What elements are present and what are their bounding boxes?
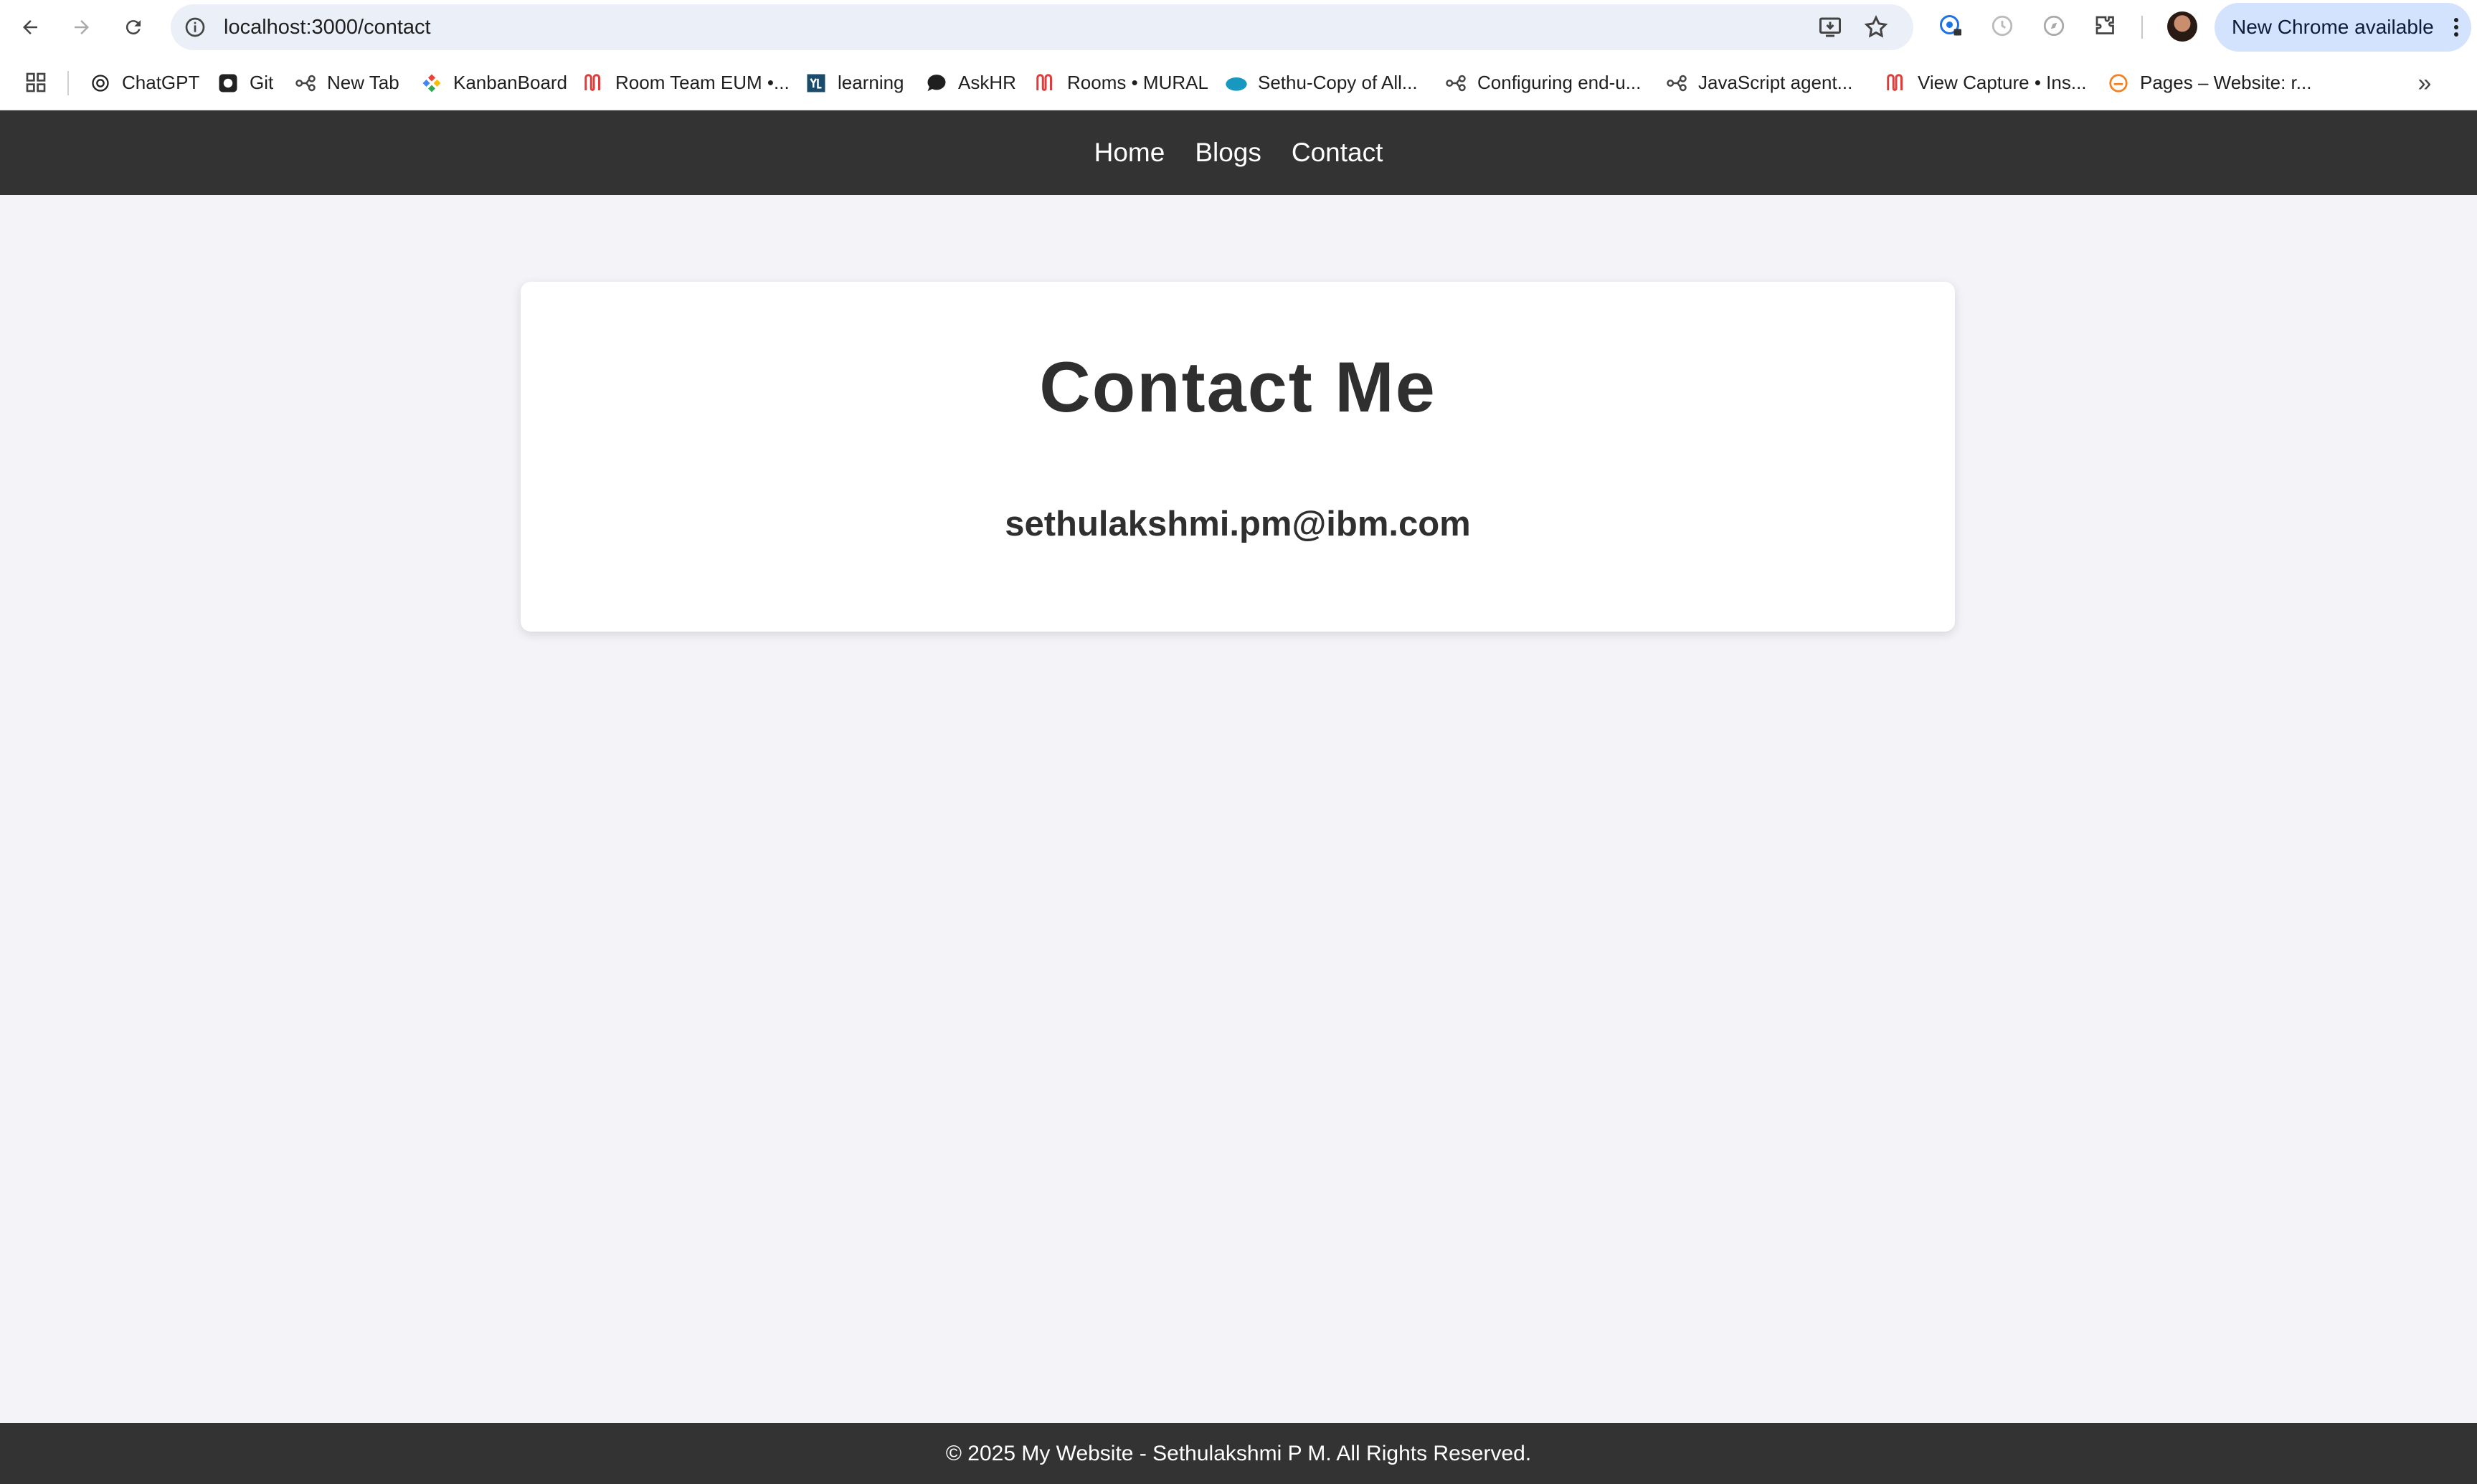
reload-button[interactable] xyxy=(116,10,151,44)
contact-email: sethulakshmi.pm@ibm.com xyxy=(1005,505,1471,543)
back-button[interactable] xyxy=(13,10,47,44)
kanban-icon xyxy=(420,72,443,95)
chatgpt-icon xyxy=(89,72,112,95)
chrome-update-button[interactable]: New Chrome available xyxy=(2215,3,2471,52)
update-label: New Chrome available xyxy=(2232,16,2434,38)
bookmark-label: Room Team EUM •... xyxy=(615,72,790,93)
site-header: Home Blogs Contact xyxy=(0,110,2477,195)
salesforce-icon xyxy=(1225,72,1248,95)
bookmark-new-tab[interactable]: New Tab xyxy=(294,55,399,110)
bookmark-askhr[interactable]: AskHR xyxy=(925,55,1016,110)
contact-card: Contact Me sethulakshmi.pm@ibm.com xyxy=(521,282,1955,632)
bookmark-label: Configuring end-u... xyxy=(1477,72,1642,93)
install-app-icon[interactable] xyxy=(1817,14,1843,40)
apps-grid-icon[interactable] xyxy=(24,71,47,94)
page-title: Contact Me xyxy=(1039,347,1436,427)
site-nav: Home Blogs Contact xyxy=(1094,138,1383,168)
bookmark-label: KanbanBoard xyxy=(453,72,568,93)
forward-arrow-icon xyxy=(75,20,89,34)
bookmark-label: AskHR xyxy=(958,72,1016,93)
network-icon xyxy=(1444,72,1467,95)
extension-timer-icon[interactable] xyxy=(1988,11,2017,40)
more-menu-icon[interactable] xyxy=(2454,17,2458,37)
mural-icon xyxy=(1034,72,1057,95)
url-text[interactable]: localhost:3000/contact xyxy=(224,4,431,50)
nav-link-blogs[interactable]: Blogs xyxy=(1195,138,1261,168)
bookmark-label: Pages – Website: r... xyxy=(2140,72,2312,93)
bookmark-label: Sethu-Copy of All... xyxy=(1258,72,1418,93)
bookmark-pages-website[interactable]: Pages – Website: r... xyxy=(2107,55,2311,110)
bookmark-view-capture[interactable]: View Capture • Ins... xyxy=(1885,55,2087,110)
learning-icon xyxy=(805,72,828,95)
bookmark-label: New Tab xyxy=(327,72,399,93)
bookmark-configuring-end-u[interactable]: Configuring end-u... xyxy=(1444,55,1641,110)
bookmark-star-icon[interactable] xyxy=(1863,14,1889,40)
network-icon xyxy=(294,72,317,95)
toolbar-divider xyxy=(2141,16,2143,39)
bookmark-git[interactable]: Git xyxy=(217,55,273,110)
bookmark-rooms-mural[interactable]: Rooms • MURAL xyxy=(1034,55,1208,110)
chat-bubble-icon xyxy=(925,72,948,95)
nav-link-home[interactable]: Home xyxy=(1094,138,1165,168)
bookmark-learning[interactable]: learning xyxy=(805,55,904,110)
nav-link-contact[interactable]: Contact xyxy=(1292,138,1383,168)
bookmark-chatgpt[interactable]: ChatGPT xyxy=(89,55,199,110)
browser-toolbar: localhost:3000/contact New Chrome availa… xyxy=(0,0,2477,55)
pages-icon xyxy=(2107,72,2130,95)
bookmark-kanbanboard[interactable]: KanbanBoard xyxy=(420,55,567,110)
mural-icon xyxy=(1885,72,1908,95)
reload-icon xyxy=(125,20,141,35)
mural-icon xyxy=(582,72,605,95)
extensions-puzzle-icon[interactable] xyxy=(2091,11,2120,40)
bookmark-room-team-eum[interactable]: Room Team EUM •... xyxy=(582,55,790,110)
profile-avatar[interactable] xyxy=(2167,11,2197,42)
footer-copyright: © 2025 My Website - Sethulakshmi P M. Al… xyxy=(945,1441,1532,1465)
back-arrow-icon xyxy=(23,20,37,34)
site-info-icon[interactable] xyxy=(184,16,207,39)
forward-button[interactable] xyxy=(65,10,99,44)
more-bookmarks-chevron-icon[interactable]: » xyxy=(2411,70,2438,97)
address-bar[interactable]: localhost:3000/contact xyxy=(171,4,1913,50)
extension-password-icon[interactable] xyxy=(1936,11,1965,40)
bookmark-javascript-agent[interactable]: JavaScript agent... xyxy=(1665,55,1852,110)
bookmark-label: learning xyxy=(838,72,904,93)
bookmark-label: Rooms • MURAL xyxy=(1067,72,1208,93)
network-icon xyxy=(1665,72,1688,95)
bookmarks-divider xyxy=(67,71,69,95)
bookmark-sethu-copy[interactable]: Sethu-Copy of All... xyxy=(1225,55,1418,110)
bookmark-label: ChatGPT xyxy=(122,72,200,93)
bookmark-label: View Capture • Ins... xyxy=(1918,72,2087,93)
bookmark-label: Git xyxy=(250,72,274,93)
bookmarks-bar: ChatGPT Git New Tab KanbanBoard Room Tea… xyxy=(0,55,2477,110)
site-footer: © 2025 My Website - Sethulakshmi P M. Al… xyxy=(0,1423,2477,1484)
extension-compass-icon[interactable] xyxy=(2040,11,2068,40)
github-icon xyxy=(217,72,240,95)
bookmark-label: JavaScript agent... xyxy=(1698,72,1853,93)
